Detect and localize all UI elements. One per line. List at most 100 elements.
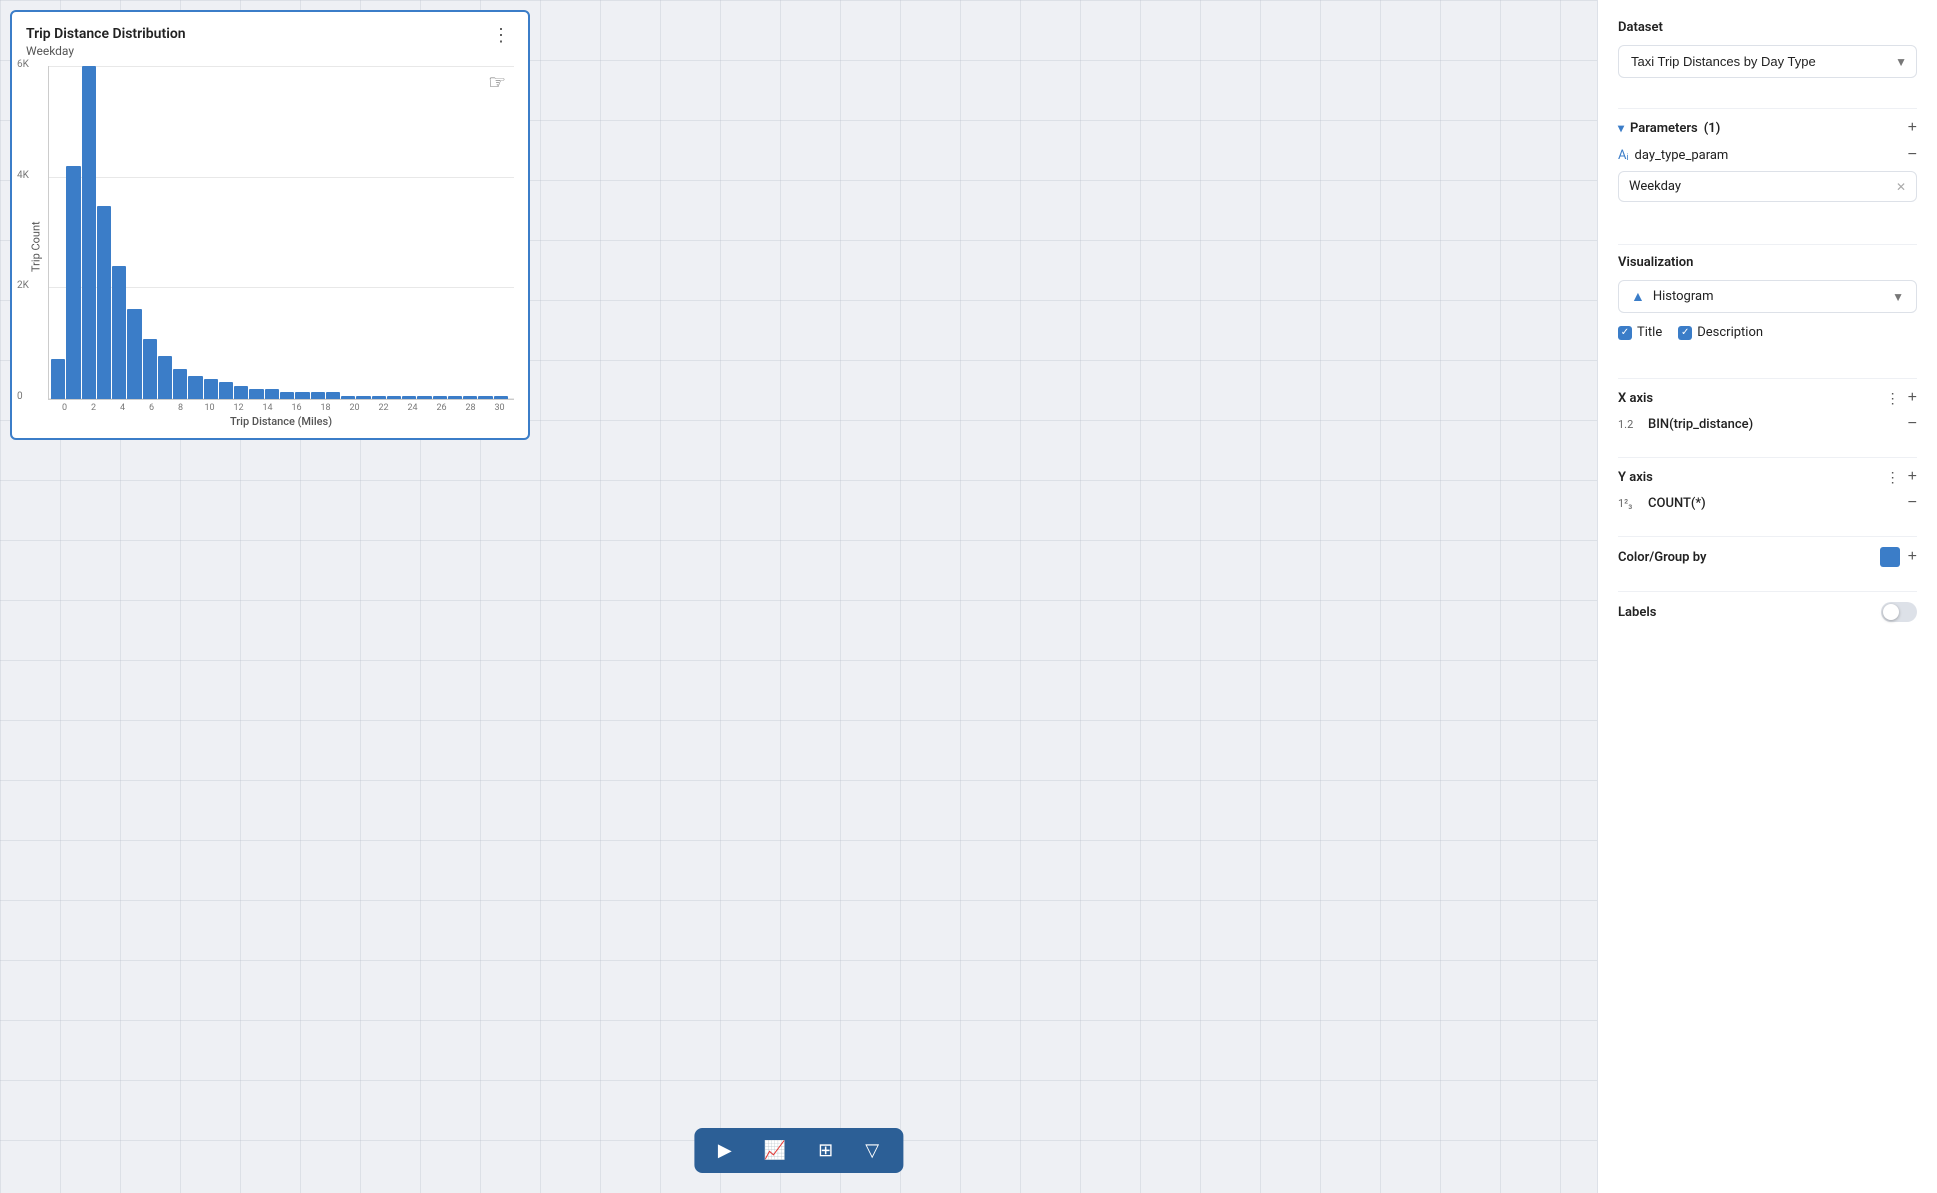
visualization-section: Visualization ▲ Histogram ▼ ✓ Title ✓ De… (1618, 255, 1917, 348)
x-axis-field-remove[interactable]: − (1908, 415, 1917, 433)
bar-10 (204, 379, 218, 399)
param-value-text: Weekday (1629, 179, 1681, 194)
x-axis-field-name: BIN(trip_distance) (1648, 417, 1908, 432)
bar-28 (478, 396, 492, 399)
param-value-clear-icon[interactable]: ✕ (1896, 180, 1906, 194)
dataset-dropdown[interactable]: Taxi Trip Distances by Day Type (1618, 45, 1917, 78)
histogram-bars (49, 66, 510, 399)
bar-29 (494, 396, 508, 399)
y-axis-field-remove[interactable]: − (1908, 494, 1917, 512)
param-value-row: Weekday ✕ (1618, 171, 1917, 202)
colorgroup-section: Color/Group by + (1618, 547, 1917, 567)
y-tick-0: 0 (17, 391, 23, 402)
colorgroup-title: Color/Group by (1618, 550, 1706, 565)
cursor-tool-button[interactable]: ▶ (710, 1136, 740, 1165)
x-tick-15: 30 (485, 403, 514, 413)
dataset-section-title: Dataset (1618, 20, 1917, 35)
labels-title: Labels (1618, 605, 1656, 620)
bar-3 (97, 206, 111, 399)
bar-21 (372, 396, 386, 399)
x-tick-12: 24 (398, 403, 427, 413)
params-title: Parameters (1630, 121, 1698, 136)
divider-4 (1618, 457, 1917, 458)
x-tick-0: 0 (50, 403, 79, 413)
labels-section: Labels (1618, 602, 1917, 622)
bar-19 (341, 396, 355, 399)
divider-2 (1618, 244, 1917, 245)
params-header-left: ▾ Parameters (1) (1618, 121, 1720, 136)
x-axis-header: X axis ⋮ + (1618, 389, 1917, 407)
x-axis-label: Trip Distance (Miles) (48, 415, 514, 428)
x-axis-add-button[interactable]: + (1908, 389, 1917, 407)
bar-22 (387, 396, 401, 399)
x-axis-kebab-button[interactable]: ⋮ (1886, 390, 1900, 407)
chart-menu-button[interactable]: ⋮ (488, 26, 514, 44)
params-add-button[interactable]: + (1908, 119, 1917, 137)
colorgroup-right: + (1880, 547, 1917, 567)
param-remove-button[interactable]: − (1908, 147, 1917, 163)
chart-card: Trip Distance Distribution Weekday ⋮ ☞ T… (10, 10, 530, 440)
description-checkbox[interactable]: ✓ (1678, 326, 1692, 340)
table-tool-button[interactable]: ⊞ (810, 1136, 841, 1165)
right-panel: Dataset Taxi Trip Distances by Day Type … (1597, 0, 1937, 1193)
bar-18 (326, 392, 340, 399)
chart-header: Trip Distance Distribution Weekday ⋮ (26, 26, 514, 58)
labels-toggle-knob (1883, 604, 1899, 620)
y-axis-kebab-button[interactable]: ⋮ (1886, 469, 1900, 486)
bar-17 (311, 392, 325, 399)
x-axis-field-row: 1.2 BIN(trip_distance) − (1618, 415, 1917, 433)
param-row: Aᵢ day_type_param − (1618, 147, 1917, 163)
divider-6 (1618, 591, 1917, 592)
x-tick-9: 18 (311, 403, 340, 413)
dataset-section: Dataset Taxi Trip Distances by Day Type … (1618, 20, 1917, 78)
bar-23 (402, 396, 416, 399)
y-axis-section: Y axis ⋮ + 1²₃ COUNT(*) − (1618, 468, 1917, 512)
table-tool-icon: ⊞ (818, 1140, 833, 1161)
y-axis-field-type: 1²₃ (1618, 497, 1642, 510)
title-checkbox[interactable]: ✓ (1618, 326, 1632, 340)
params-count: (1) (1704, 121, 1721, 136)
visualization-dropdown-arrow: ▼ (1892, 290, 1904, 304)
visualization-dropdown[interactable]: ▲ Histogram ▼ (1618, 280, 1917, 313)
bar-7 (158, 356, 172, 399)
x-axis-field-type: 1.2 (1618, 418, 1642, 431)
x-tick-14: 28 (456, 403, 485, 413)
bar-5 (127, 309, 141, 399)
param-type-icon: Aᵢ (1618, 147, 1629, 163)
bar-27 (463, 396, 477, 399)
x-axis-labels: 024681012141618202224262830 (50, 400, 514, 413)
bar-0 (51, 359, 65, 399)
y-axis-add-button[interactable]: + (1908, 468, 1917, 486)
x-tick-3: 6 (137, 403, 166, 413)
x-tick-4: 8 (166, 403, 195, 413)
x-tick-8: 16 (282, 403, 311, 413)
dataset-dropdown-wrapper[interactable]: Taxi Trip Distances by Day Type ▼ (1618, 45, 1917, 78)
x-tick-2: 4 (108, 403, 137, 413)
x-tick-11: 22 (369, 403, 398, 413)
y-axis-actions: ⋮ + (1886, 468, 1917, 486)
bar-24 (417, 396, 431, 399)
bar-25 (433, 396, 447, 399)
colorgroup-add-button[interactable]: + (1908, 548, 1917, 566)
bar-13 (249, 389, 263, 399)
chart-plot: 6K 4K 2K 0 (48, 66, 514, 400)
visualization-title: Visualization (1618, 255, 1917, 270)
filter-tool-button[interactable]: ▽ (857, 1136, 887, 1165)
color-swatch[interactable] (1880, 547, 1900, 567)
description-checkbox-item[interactable]: ✓ Description (1678, 325, 1763, 340)
title-checkbox-item[interactable]: ✓ Title (1618, 325, 1662, 340)
checkboxes-row: ✓ Title ✓ Description (1618, 325, 1917, 340)
filter-tool-icon: ▽ (865, 1140, 879, 1161)
cursor-tool-icon: ▶ (718, 1140, 732, 1161)
x-tick-13: 26 (427, 403, 456, 413)
bar-8 (173, 369, 187, 399)
param-value-input[interactable]: Weekday ✕ (1618, 171, 1917, 202)
title-checkbox-label: Title (1637, 325, 1662, 340)
visualization-type-label: Histogram (1653, 289, 1892, 304)
bar-14 (265, 389, 279, 399)
x-tick-5: 10 (195, 403, 224, 413)
params-chevron-icon[interactable]: ▾ (1618, 121, 1624, 135)
chart-tool-button[interactable]: 📈 (756, 1136, 794, 1165)
labels-toggle[interactable] (1881, 602, 1917, 622)
chart-tool-icon: 📈 (764, 1140, 786, 1161)
